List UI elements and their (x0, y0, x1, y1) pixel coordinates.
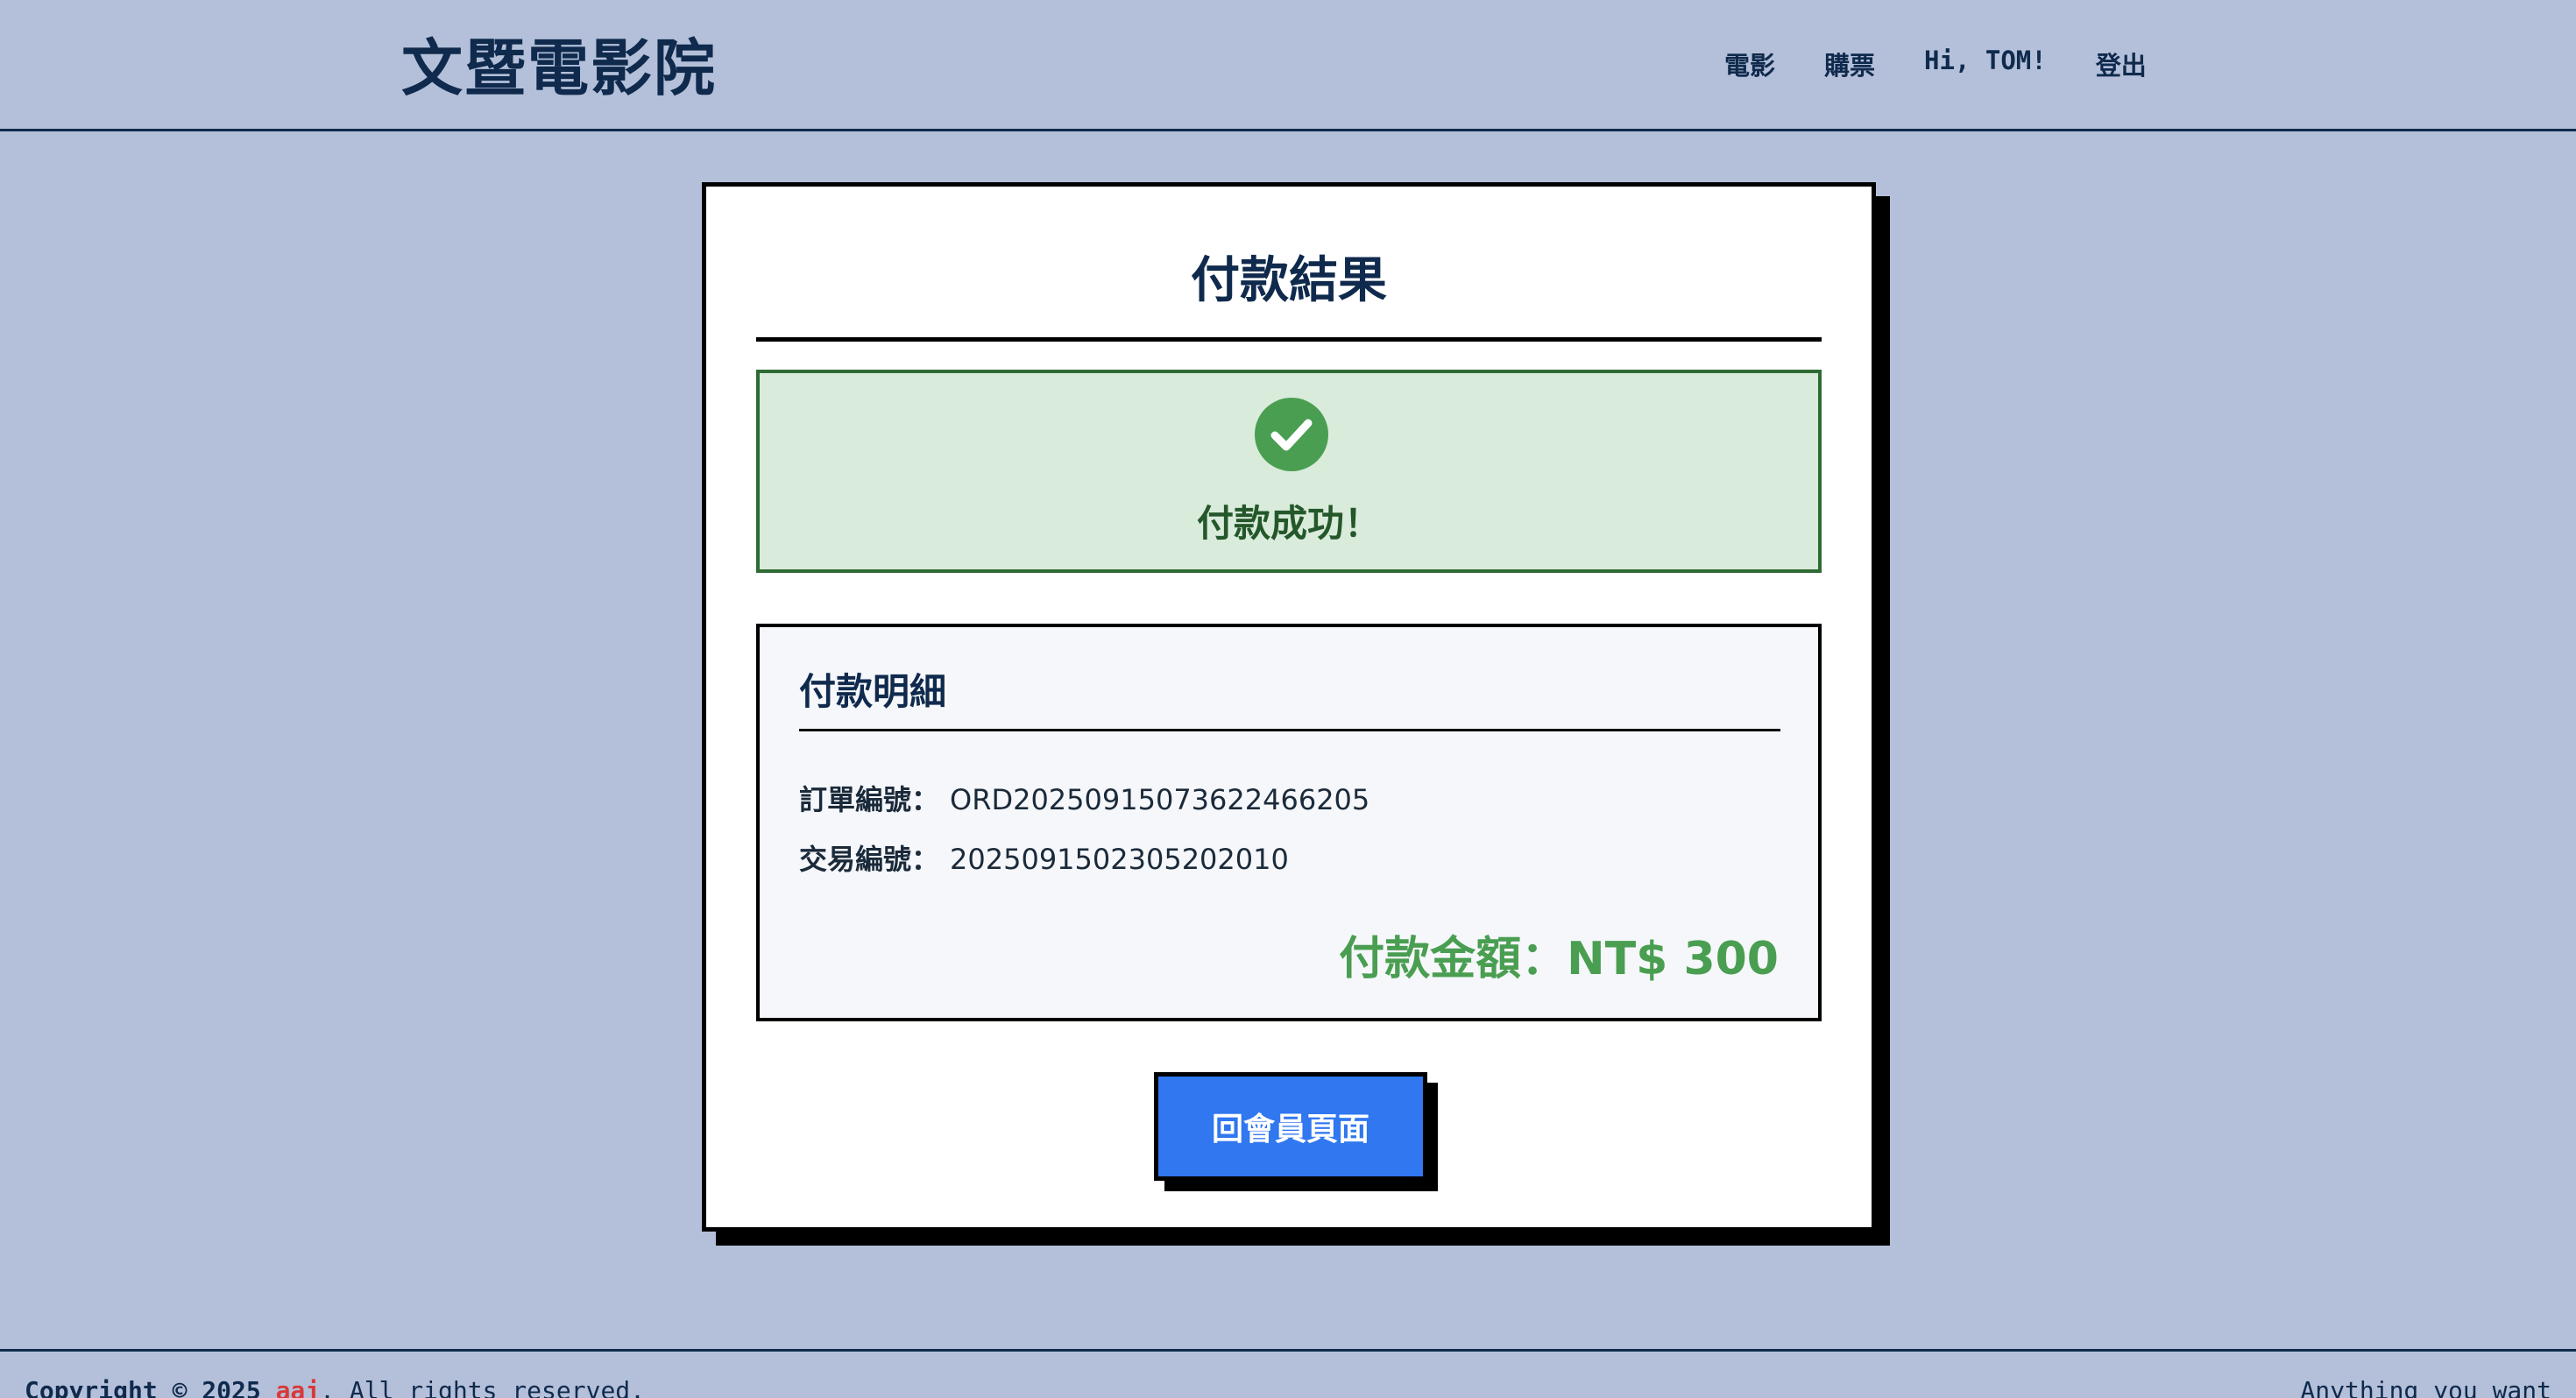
order-number-label: 訂單編號： (799, 783, 940, 816)
site-logo[interactable]: 文暨電影院 (401, 19, 717, 108)
success-banner: 付款成功！ (756, 370, 1822, 573)
author-link[interactable]: aaj (276, 1376, 321, 1398)
payment-amount: 付款金額：NT$ 300 (1339, 933, 1779, 985)
transaction-number-label: 交易編號： (799, 843, 940, 876)
copyright: Copyright © 2025 aaj. All rights reserve… (25, 1376, 645, 1398)
copyright-suffix: . All rights reserved. (320, 1376, 646, 1398)
title-divider (756, 337, 1822, 342)
success-message: 付款成功！ (1196, 502, 1381, 545)
footer-tagline: Anything you want (2300, 1376, 2551, 1398)
back-to-member-button[interactable]: 回會員頁面 (1154, 1072, 1427, 1181)
order-number-row: 訂單編號： ORD20250915073622466205 (799, 778, 1369, 818)
transaction-number-row: 交易編號： 2025091502305202010 (799, 837, 1289, 878)
nav-movies[interactable]: 電影 (1724, 46, 1775, 82)
check-circle-icon (1255, 398, 1328, 471)
order-number-value: ORD20250915073622466205 (950, 783, 1370, 816)
page-title: 付款結果 (1191, 252, 1387, 309)
site-footer: Copyright © 2025 aaj. All rights reserve… (0, 1349, 2576, 1398)
main-nav: 電影 購票 Hi, TOM! 登出 (1724, 46, 2147, 82)
nav-tickets[interactable]: 購票 (1824, 46, 1875, 82)
copyright-prefix: Copyright © 2025 (25, 1376, 261, 1398)
payment-result-card: 付款結果 付款成功！ 付款明細 訂單編號： ORD2025091507362246… (702, 182, 1876, 1232)
site-header: 文暨電影院 電影 購票 Hi, TOM! 登出 (0, 0, 2576, 131)
transaction-number-value: 2025091502305202010 (950, 843, 1289, 876)
nav-user-greeting[interactable]: Hi, TOM! (1924, 46, 2047, 82)
nav-logout[interactable]: 登出 (2096, 46, 2147, 82)
details-divider (799, 729, 1780, 731)
payment-details: 付款明細 訂單編號： ORD20250915073622466205 交易編號： 2… (756, 624, 1822, 1021)
details-title: 付款明細 (799, 670, 947, 713)
